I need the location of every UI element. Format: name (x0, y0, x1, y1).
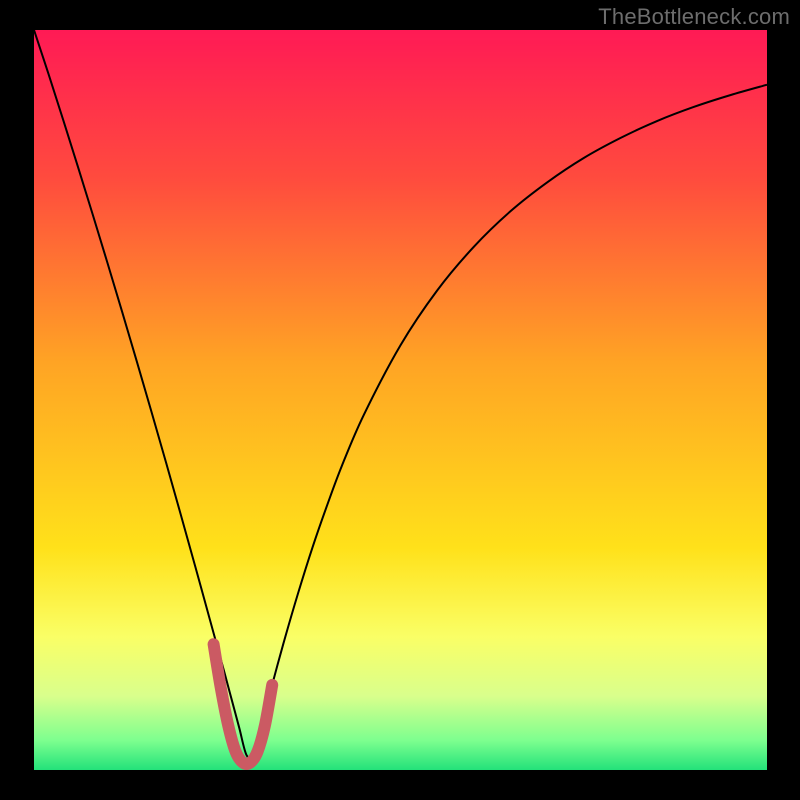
plot-area (34, 30, 767, 770)
watermark-text: TheBottleneck.com (598, 4, 790, 30)
gradient-backdrop (34, 30, 767, 770)
chart-svg (34, 30, 767, 770)
chart-frame: TheBottleneck.com (0, 0, 800, 800)
